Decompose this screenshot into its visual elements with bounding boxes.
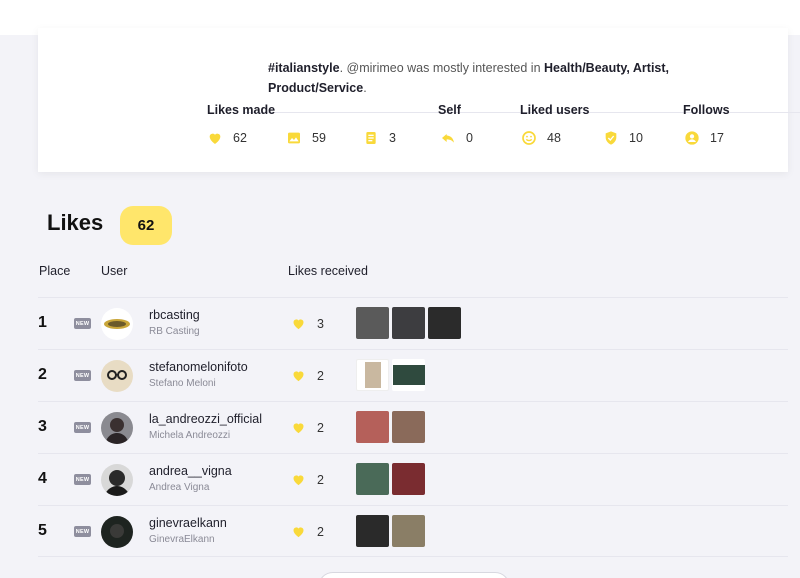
username[interactable]: andrea__vigna [149,464,232,478]
full-name: Andrea Vigna [149,482,210,493]
new-badge: NEW [74,422,91,433]
stat-value: 62 [233,131,247,145]
post-thumbnail[interactable] [356,463,389,495]
image-icon [288,132,300,144]
liked-posts [356,411,428,443]
full-name: Michela Andreozzi [149,430,231,441]
post-thumbnail[interactable] [392,307,425,339]
new-badge: NEW [74,526,91,537]
place-number: 2 [38,366,47,383]
likes-received: 3 [291,316,324,331]
heart-icon [293,475,304,486]
stat-value: 10 [629,131,643,145]
table-row[interactable]: 4 NEW andrea__vigna Andrea Vigna 2 [38,453,788,505]
interest-categories: Health/Beauty, Artist, [544,61,670,75]
stat-value: 59 [312,131,326,145]
likes-received: 2 [291,524,324,539]
column-place[interactable]: Place [39,264,70,278]
avatar[interactable] [101,308,133,340]
hashtag[interactable]: #italianstyle [268,61,340,75]
stat-value: 0 [466,131,473,145]
full-name: Stefano Meloni [149,378,216,389]
likes-table: 1 NEW rbcasting RB Casting 3 2 NEW stefa… [38,297,788,557]
post-thumbnail[interactable] [392,411,425,443]
post-thumbnail[interactable] [392,463,425,495]
full-name: RB Casting [149,326,200,337]
stat-likes: 62 [207,130,247,146]
post-thumbnail[interactable] [356,307,389,339]
avatar[interactable] [101,516,133,548]
new-badge: NEW [74,474,91,485]
stat-liked-users: 48 [521,130,561,146]
shield-check-icon [605,131,617,145]
user-circle-icon [685,131,699,145]
column-user[interactable]: User [101,264,127,278]
reply-icon [442,134,454,143]
post-thumbnail[interactable] [392,515,425,547]
load-more-button[interactable] [318,572,510,578]
column-likes-received[interactable]: Likes received [288,264,368,278]
place-number: 3 [38,418,47,435]
document-icon [366,132,376,144]
table-row[interactable]: 5 NEW ginevraelkann GinevraElkann 2 [38,505,788,557]
place-number: 4 [38,470,47,487]
profile-summary-card: #italianstyle. @mirimeo was mostly inter… [38,28,800,172]
heart-icon [293,423,304,434]
place-number: 5 [38,522,47,539]
liked-posts [356,307,464,339]
table-row[interactable]: 1 NEW rbcasting RB Casting 3 [38,297,788,349]
heart-icon [209,133,221,144]
liked-posts [356,359,428,391]
summary-text: . @mirimeo was mostly interested in [339,61,544,75]
post-thumbnail[interactable] [392,359,425,391]
username[interactable]: ginevraelkann [149,516,227,530]
post-thumbnail[interactable] [356,411,389,443]
heart-icon [293,527,304,538]
post-thumbnail[interactable] [356,359,389,391]
likes-made-label: Likes made [207,103,276,117]
stat-images: 59 [286,130,326,146]
stat-self: 0 [440,130,473,146]
liked-posts [356,463,428,495]
self-label: Self [438,103,461,117]
divider [38,556,788,557]
post-thumbnail[interactable] [428,307,461,339]
avatar[interactable] [101,412,133,444]
likes-received: 2 [291,368,324,383]
username[interactable]: la_andreozzi_official [149,412,262,426]
stat-value: 3 [389,131,396,145]
stat-follows: 17 [684,130,724,146]
new-badge: NEW [74,370,91,381]
stat-value: 48 [547,131,561,145]
follows-label: Follows [683,103,730,117]
likes-section-title: Likes [47,210,104,235]
stat-documents: 3 [363,130,396,146]
interests-summary: #italianstyle. @mirimeo was mostly inter… [268,61,670,95]
smiley-icon [522,131,536,145]
full-name: GinevraElkann [149,534,215,545]
liked-posts [356,515,428,547]
stat-verified: 10 [603,130,643,146]
likes-received: 2 [291,420,324,435]
heart-icon [293,319,304,330]
username[interactable]: stefanomelonifoto [149,360,248,374]
place-number: 1 [38,314,47,331]
heart-icon [293,371,304,382]
post-thumbnail[interactable] [356,515,389,547]
table-row[interactable]: 3 NEW la_andreozzi_official Michela Andr… [38,401,788,453]
username[interactable]: rbcasting [149,308,200,322]
likes-count-badge: 62 [120,206,172,245]
table-row[interactable]: 2 NEW stefanomelonifoto Stefano Meloni 2 [38,349,788,401]
interest-category-last: Product/Service [268,81,364,95]
liked-users-label: Liked users [520,103,590,117]
stat-value: 17 [710,131,724,145]
likes-received: 2 [291,472,324,487]
avatar[interactable] [101,360,133,392]
new-badge: NEW [74,318,91,329]
avatar[interactable] [101,464,133,496]
